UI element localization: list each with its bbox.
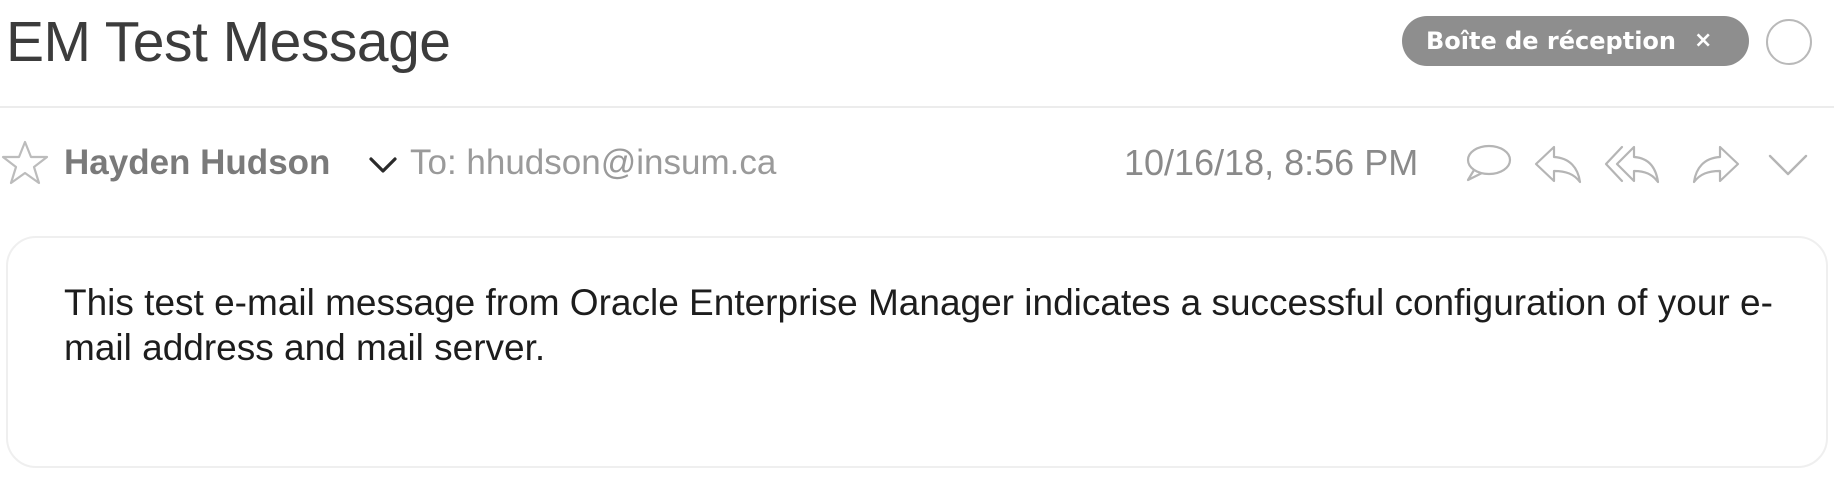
message-subject: EM Test Message bbox=[6, 10, 451, 74]
more-actions-button[interactable] bbox=[1760, 136, 1816, 192]
reply-all-icon bbox=[1604, 145, 1660, 184]
chevron-down-icon bbox=[1768, 154, 1808, 176]
mailbox-tag-label: Boîte de réception bbox=[1426, 27, 1676, 55]
sender-name[interactable]: Hayden Hudson bbox=[64, 140, 330, 186]
chevron-down-icon[interactable] bbox=[366, 148, 400, 182]
reply-icon bbox=[1534, 145, 1582, 184]
reply-all-button[interactable] bbox=[1604, 136, 1660, 192]
remove-tag-icon[interactable]: × bbox=[1694, 16, 1712, 66]
forward-icon bbox=[1692, 145, 1740, 184]
message-body: This test e-mail message from Oracle Ent… bbox=[64, 282, 1773, 368]
sender-row: Hayden Hudson To: hhudson@insum.ca 10/16… bbox=[0, 130, 1834, 198]
email-viewer: EM Test Message Boîte de réception × Hay… bbox=[0, 0, 1834, 496]
mailbox-tag[interactable]: Boîte de réception × bbox=[1402, 16, 1749, 66]
header-divider bbox=[0, 106, 1834, 108]
message-header: EM Test Message Boîte de réception × bbox=[0, 0, 1834, 106]
circle-icon[interactable] bbox=[1766, 19, 1812, 65]
reply-button[interactable] bbox=[1530, 136, 1586, 192]
message-body-card: This test e-mail message from Oracle Ent… bbox=[6, 236, 1828, 468]
message-date: 10/16/18, 8:56 PM bbox=[1124, 142, 1419, 183]
recipient-line: To: hhudson@insum.ca bbox=[410, 143, 777, 182]
comment-icon bbox=[1466, 144, 1512, 182]
forward-button[interactable] bbox=[1688, 136, 1744, 192]
star-outline-icon[interactable] bbox=[0, 138, 50, 188]
comment-button[interactable] bbox=[1460, 136, 1516, 192]
